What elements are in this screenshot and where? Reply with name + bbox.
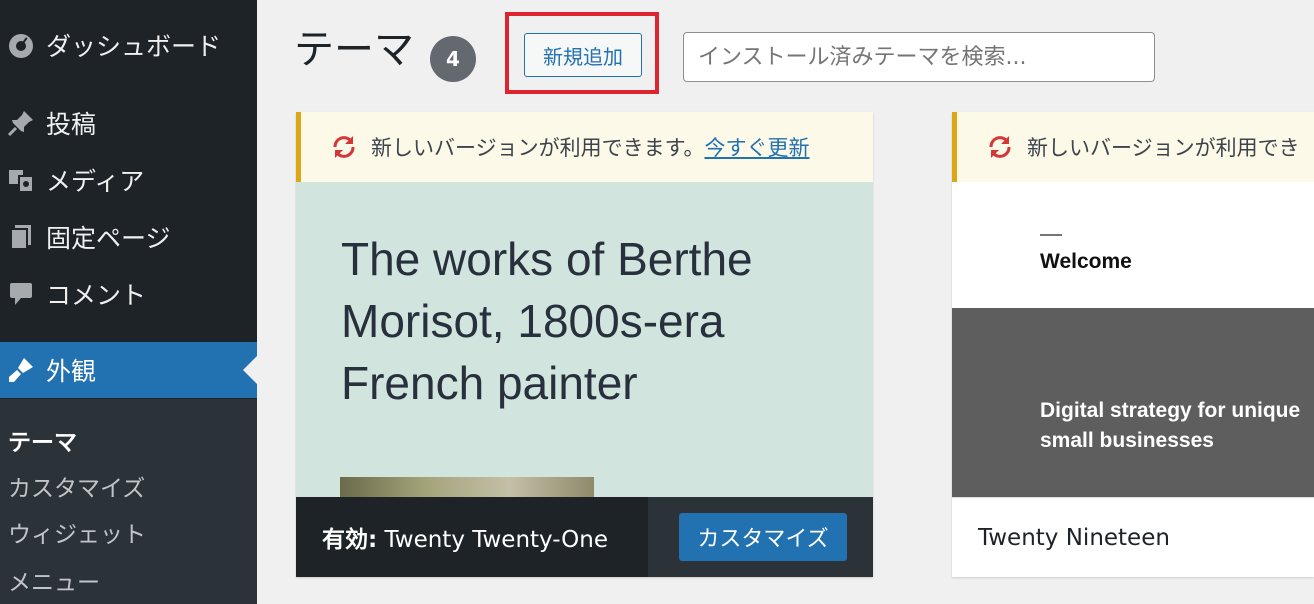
page-title: テーマ: [294, 27, 414, 73]
active-prefix: 有効:: [322, 527, 378, 553]
theme-count-badge: 4: [430, 36, 476, 82]
comment-icon: [4, 277, 38, 311]
theme-card-twenty-nineteen[interactable]: 新しいバージョンが利用でき Welcome Digital strategy f…: [952, 112, 1314, 577]
theme-screenshot[interactable]: The works of Berthe Morisot, 1800s-era F…: [296, 182, 873, 497]
theme-card-twenty-twenty-one[interactable]: 新しいバージョンが利用できます。 今すぐ更新 The works of Berth…: [296, 112, 873, 577]
admin-sidebar: ダッシュボード 投稿 メディア 固定ページ コメント 外観 テーマ カスタマイズ…: [0, 0, 257, 604]
theme-search-input[interactable]: [683, 32, 1155, 82]
menu-pages[interactable]: 固定ページ: [0, 209, 257, 265]
update-now-link[interactable]: 今すぐ更新: [704, 132, 809, 162]
screenshot-painting-image: [340, 477, 594, 497]
dashboard-icon: [4, 28, 38, 62]
update-notice: 新しいバージョンが利用できます。 今すぐ更新: [296, 112, 873, 182]
submenu-menus[interactable]: メニュー: [8, 563, 100, 597]
update-notice-text: 新しいバージョンが利用できます。: [371, 136, 705, 160]
appearance-submenu: テーマ カスタマイズ ウィジェット メニュー: [0, 399, 257, 604]
theme-footer: Twenty Nineteen: [952, 497, 1314, 577]
menu-label: 外観: [46, 357, 97, 386]
appearance-brush-icon: [4, 353, 38, 387]
screenshot-divider: [1040, 234, 1062, 236]
submenu-customize[interactable]: カスタマイズ: [8, 469, 145, 503]
menu-media[interactable]: メディア: [0, 152, 257, 208]
update-notice: 新しいバージョンが利用でき: [952, 112, 1314, 182]
screenshot-hero: Digital strategy for unique small busine…: [952, 308, 1314, 497]
menu-comments[interactable]: コメント: [0, 266, 257, 322]
menu-label: 固定ページ: [46, 224, 171, 253]
screenshot-headline: The works of Berthe Morisot, 1800s-era F…: [341, 233, 753, 409]
update-icon: [989, 136, 1011, 158]
menu-posts[interactable]: 投稿: [0, 95, 257, 151]
theme-name: Twenty Twenty-One: [384, 527, 609, 553]
pin-icon: [4, 106, 38, 140]
theme-footer: 有効: Twenty Twenty-One カスタマイズ: [296, 497, 873, 577]
menu-label: コメント: [46, 281, 147, 310]
menu-label: メディア: [46, 167, 145, 196]
page-icon: [4, 220, 38, 254]
submenu-themes[interactable]: テーマ: [8, 423, 77, 457]
submenu-widgets[interactable]: ウィジェット: [8, 515, 146, 549]
menu-dashboard[interactable]: ダッシュボード: [0, 17, 257, 73]
screenshot-tagline: Digital strategy for unique small busine…: [1040, 399, 1301, 452]
menu-label: 投稿: [46, 110, 97, 139]
update-notice-text: 新しいバージョンが利用でき: [1027, 136, 1300, 160]
active-theme-label: 有効: Twenty Twenty-One: [322, 520, 608, 554]
add-new-button[interactable]: 新規追加: [524, 33, 642, 77]
customize-button[interactable]: カスタマイズ: [679, 513, 847, 561]
theme-name: Twenty Nineteen: [978, 524, 1170, 551]
menu-appearance[interactable]: 外観: [0, 342, 257, 398]
screenshot-welcome: Welcome: [1040, 250, 1132, 273]
update-icon: [333, 136, 355, 158]
menu-label: ダッシュボード: [46, 32, 222, 61]
media-icon: [4, 163, 38, 197]
theme-screenshot[interactable]: Welcome: [952, 182, 1314, 308]
